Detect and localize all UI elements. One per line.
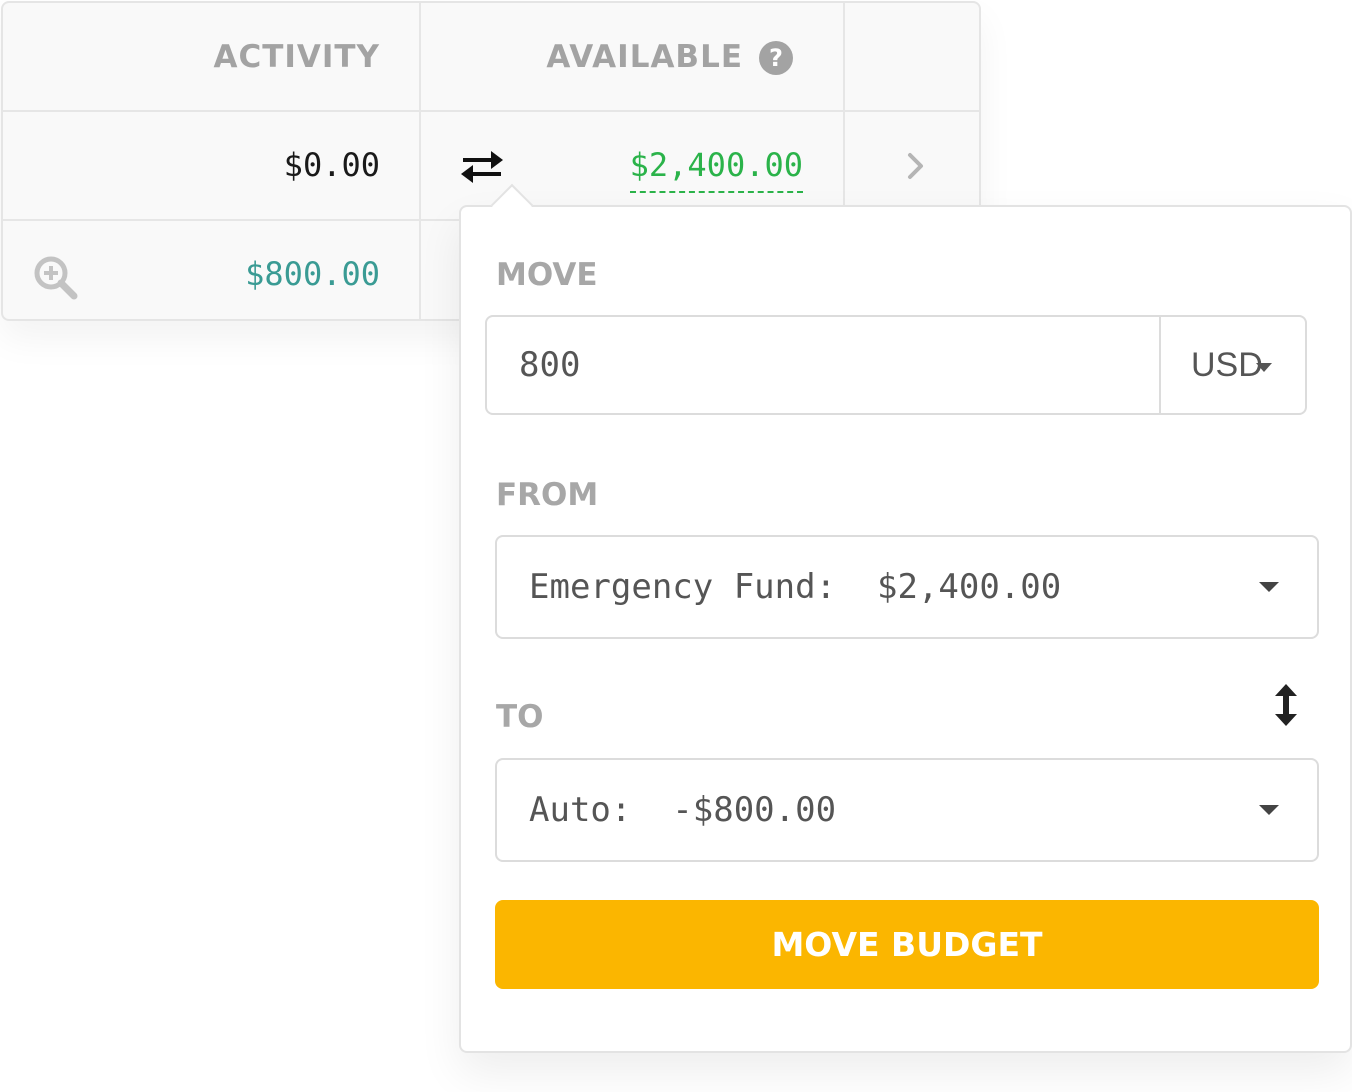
activity-column-header: ACTIVITY <box>213 39 380 75</box>
move-budget-button[interactable]: MOVE BUDGET <box>495 900 1319 989</box>
available-column-header: AVAILABLE <box>546 39 743 75</box>
amount-input[interactable] <box>487 317 1159 413</box>
amount-field: USD <box>485 315 1307 415</box>
available-amount[interactable]: $2,400.00 <box>629 145 803 193</box>
swap-vertical-icon[interactable] <box>1273 683 1299 727</box>
activity-amount: $0.00 <box>283 146 380 184</box>
from-category-select[interactable]: Emergency Fund: $2,400.00 <box>495 535 1319 639</box>
from-category-value: Emergency Fund: $2,400.00 <box>529 567 1062 607</box>
to-label: TO <box>496 699 544 735</box>
caret-down-icon <box>1259 805 1279 815</box>
row-divider <box>3 110 979 112</box>
currency-select[interactable]: USD <box>1159 317 1305 413</box>
question-circle-icon[interactable]: ? <box>759 41 793 75</box>
caret-down-icon <box>1256 363 1272 372</box>
move-budget-popover: MOVE USD FROM Emergency Fund: $2,400.00 … <box>459 205 1352 1053</box>
swap-horizontal-icon[interactable] <box>459 147 505 187</box>
chevron-right-icon[interactable] <box>905 151 927 181</box>
from-label: FROM <box>496 477 599 513</box>
column-divider <box>419 3 421 319</box>
caret-down-icon <box>1259 582 1279 592</box>
zoom-in-icon[interactable] <box>33 255 79 301</box>
to-category-select[interactable]: Auto: -$800.00 <box>495 758 1319 862</box>
move-label: MOVE <box>496 257 598 293</box>
to-category-value: Auto: -$800.00 <box>529 790 837 830</box>
activity-amount[interactable]: $800.00 <box>245 254 380 294</box>
currency-value: USD <box>1191 346 1263 384</box>
